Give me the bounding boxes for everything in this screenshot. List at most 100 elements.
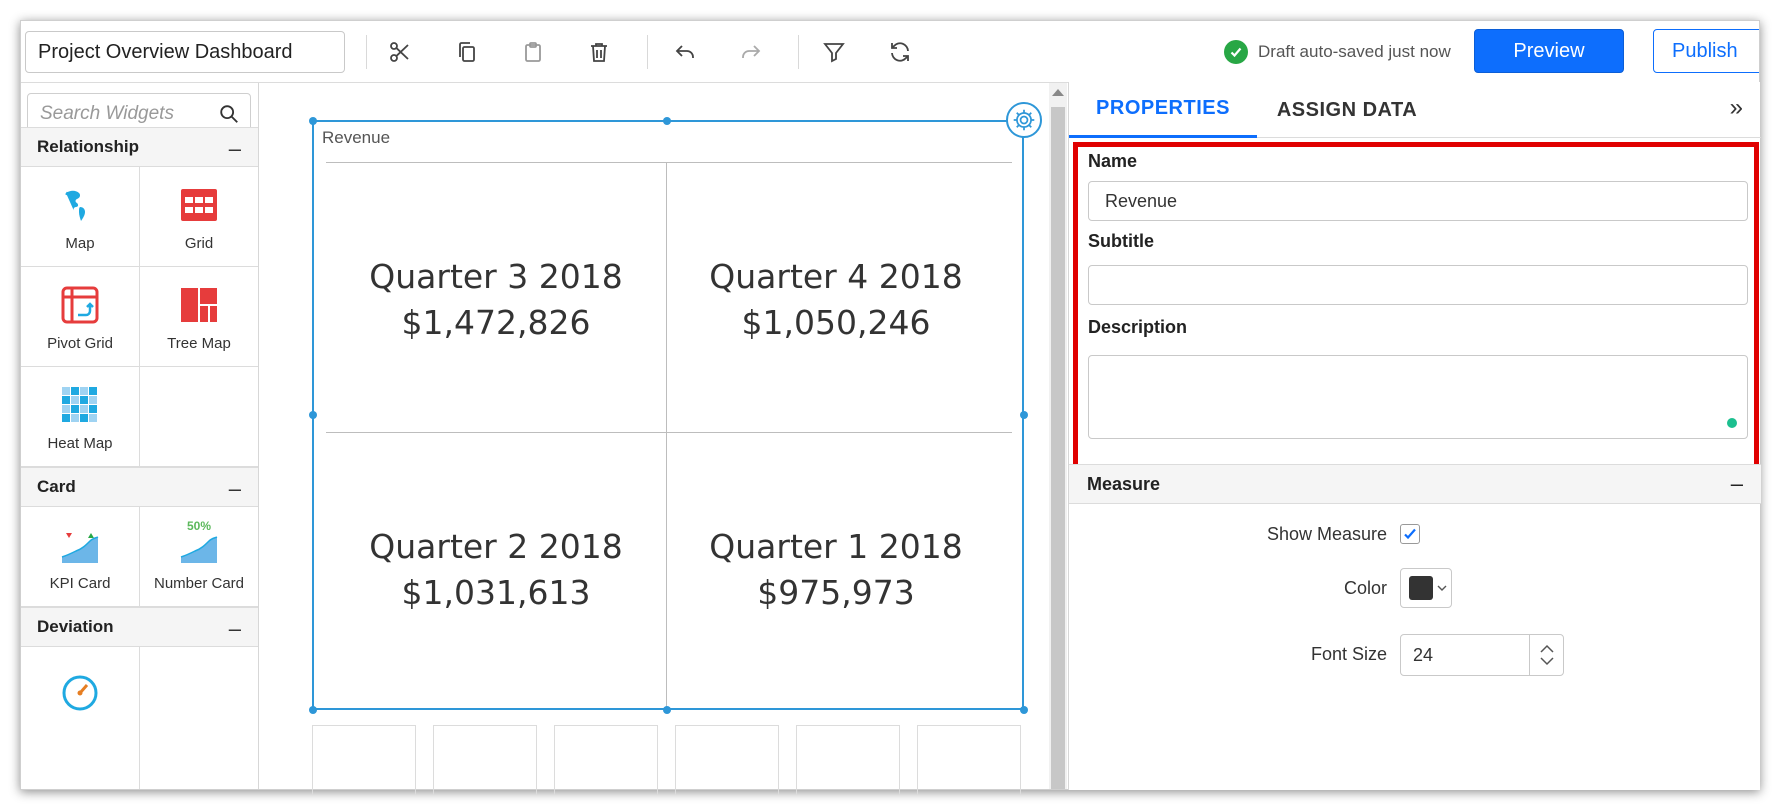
resize-handle[interactable] [309, 411, 317, 419]
paste-icon[interactable] [518, 37, 548, 67]
publish-button[interactable]: Publish [1653, 29, 1759, 73]
category-label: Relationship [37, 137, 140, 156]
grid-icon [181, 189, 217, 221]
metric-value: $1,050,246 [741, 303, 931, 342]
widget-title: Revenue [322, 128, 391, 147]
widget-tile-heat-map[interactable]: Heat Map [21, 367, 140, 467]
canvas-slot[interactable] [312, 725, 416, 795]
color-picker[interactable] [1400, 568, 1452, 608]
measure-section-title: Measure [1087, 473, 1161, 494]
divider [666, 162, 667, 708]
filter-icon[interactable] [819, 37, 849, 67]
tile-label: Heat Map [47, 435, 113, 452]
cut-icon[interactable] [385, 37, 415, 67]
name-label: Name [1088, 151, 1138, 171]
tile-label: Number Card [153, 575, 245, 592]
tile-label: Tree Map [167, 335, 231, 352]
category-relationship[interactable]: Relationship – [21, 127, 258, 167]
collapse-icon[interactable]: – [229, 616, 241, 642]
widget-tile-map[interactable]: Map [21, 167, 140, 267]
tab-assign-data[interactable]: ASSIGN DATA [1257, 82, 1437, 138]
divider [326, 162, 1012, 163]
properties-panel: PROPERTIES ASSIGN DATA » Name Revenue Su… [1068, 82, 1761, 790]
subtitle-input[interactable] [1088, 265, 1748, 305]
category-card[interactable]: Card – [21, 467, 258, 507]
refresh-icon[interactable] [885, 37, 915, 67]
metric-period: Quarter 4 2018 [709, 257, 963, 296]
show-measure-checkbox[interactable] [1400, 524, 1420, 544]
metric-cell: Quarter 4 2018 $1,050,246 [666, 254, 1006, 346]
redo-icon[interactable] [736, 37, 766, 67]
check-icon [1404, 528, 1416, 540]
measure-section-header[interactable]: Measure – [1069, 464, 1761, 504]
font-size-label: Font Size [1310, 644, 1387, 664]
widget-tile-tree-map[interactable]: Tree Map [140, 267, 258, 367]
resize-handle[interactable] [663, 117, 671, 125]
preview-button[interactable]: Preview [1474, 29, 1624, 73]
textarea-resize-handle[interactable] [1727, 418, 1737, 428]
collapse-icon[interactable]: – [1731, 471, 1743, 497]
widget-tile-kpi-card[interactable]: KPI Card [21, 507, 140, 607]
font-size-stepper[interactable]: 24 [1400, 634, 1564, 676]
canvas-slot[interactable] [433, 725, 537, 795]
resize-handle[interactable] [309, 706, 317, 714]
collapse-icon[interactable]: – [229, 136, 241, 162]
collapse-icon[interactable]: – [229, 476, 241, 502]
scrollbar-thumb[interactable] [1051, 107, 1065, 789]
resize-handle[interactable] [309, 117, 317, 125]
dashboard-name-input[interactable]: Project Overview Dashboard [25, 31, 345, 73]
tile-label: Grid [184, 235, 214, 252]
map-icon [65, 190, 85, 221]
description-label: Description [1088, 317, 1188, 337]
toolbar-separator [798, 35, 799, 69]
copy-icon[interactable] [452, 37, 482, 67]
delete-icon[interactable] [584, 37, 614, 67]
canvas-slot[interactable] [675, 725, 779, 795]
widget-settings-gear-icon[interactable] [1006, 102, 1042, 138]
toolbar-separator [366, 35, 367, 69]
metric-cell: Quarter 3 2018 $1,472,826 [326, 254, 666, 346]
toolbar-separator [647, 35, 648, 69]
color-label: Color [1343, 578, 1387, 598]
canvas-slot[interactable] [796, 725, 900, 795]
divider [326, 432, 1012, 433]
resize-handle[interactable] [1020, 706, 1028, 714]
chevron-up-icon[interactable] [1539, 644, 1554, 653]
widget-tile-grid[interactable]: Grid [140, 167, 258, 267]
canvas-slot[interactable] [554, 725, 658, 795]
category-deviation[interactable]: Deviation – [21, 607, 258, 647]
widget-tile-pivot-grid[interactable]: Pivot Grid [21, 267, 140, 367]
check-circle-icon [1224, 40, 1248, 64]
expand-panel-icon[interactable]: » [1730, 94, 1743, 122]
resize-handle[interactable] [1020, 411, 1028, 419]
category-label: Deviation [37, 617, 114, 636]
save-status: Draft auto-saved just now [1224, 39, 1451, 65]
widget-tile-gauge[interactable] [21, 647, 140, 789]
tile-label: Pivot Grid [47, 335, 113, 352]
widget-tile-empty [140, 647, 258, 789]
tile-label: Map [65, 235, 95, 252]
metric-period: Quarter 1 2018 [709, 527, 963, 566]
chevron-down-icon[interactable] [1539, 657, 1554, 666]
metric-value: $1,472,826 [401, 303, 591, 342]
undo-icon[interactable] [670, 37, 700, 67]
widget-tile-number-card[interactable]: 50% Number Card [140, 507, 258, 607]
metric-value: $975,973 [757, 573, 915, 612]
resize-handle[interactable] [663, 706, 671, 714]
description-textarea[interactable] [1088, 355, 1748, 439]
canvas-slot[interactable] [917, 725, 1021, 795]
tab-properties[interactable]: PROPERTIES [1069, 82, 1257, 138]
metric-cell: Quarter 2 2018 $1,031,613 [326, 524, 666, 616]
widgets-panel: Search Widgets Relationship – Map Grid P… [21, 83, 259, 789]
heat-map-icon [62, 387, 97, 422]
tree-map-icon [181, 288, 217, 322]
scroll-up-icon[interactable] [1052, 89, 1064, 96]
name-input[interactable]: Revenue [1088, 181, 1748, 221]
widget-tile-empty [140, 367, 258, 467]
revenue-card-widget[interactable]: Revenue Quarter 3 2018 $1,472,826 Quarte… [312, 120, 1024, 710]
panel-tabs: PROPERTIES ASSIGN DATA » [1069, 82, 1761, 138]
metric-value: $1,031,613 [401, 573, 591, 612]
canvas-scrollbar[interactable] [1049, 83, 1067, 789]
search-icon[interactable] [218, 103, 240, 125]
pivot-grid-icon [61, 286, 99, 324]
